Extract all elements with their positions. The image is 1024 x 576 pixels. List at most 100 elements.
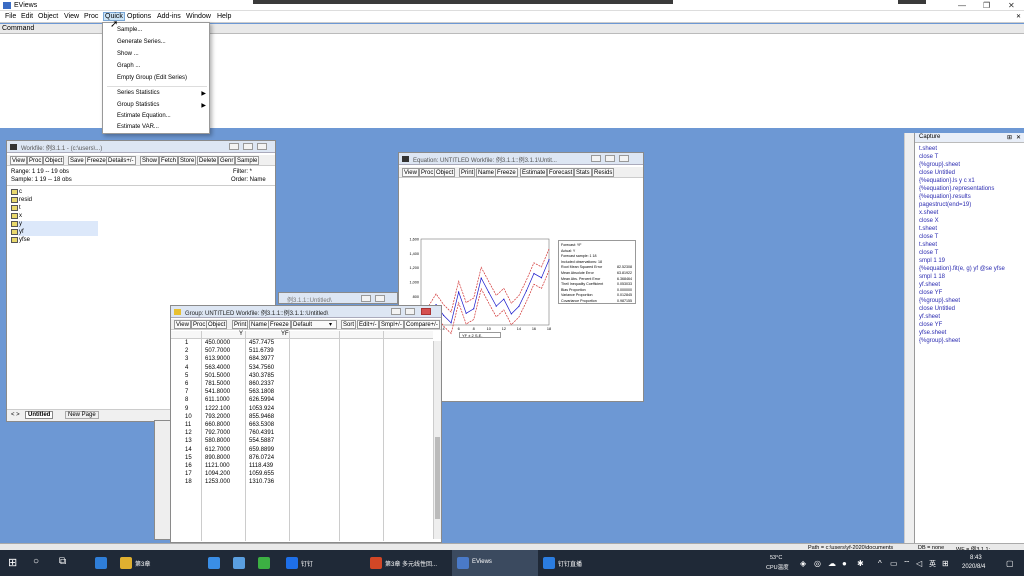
wf-item-t[interactable]: t xyxy=(19,205,21,211)
close-icon[interactable] xyxy=(421,308,431,315)
table-row[interactable]: 10 793.2000 855.9468 xyxy=(171,414,433,422)
menu-help[interactable]: Help xyxy=(217,13,231,20)
table-row[interactable]: 12 792.7000 760.4391 xyxy=(171,430,433,438)
cell-y[interactable]: 792.7000 xyxy=(205,430,230,436)
close-icon[interactable] xyxy=(619,155,629,162)
capture-scrollbar[interactable] xyxy=(904,133,914,543)
chrome-icon[interactable] xyxy=(208,557,220,569)
wf-item-yf[interactable]: yf xyxy=(19,229,24,235)
capture-command-line[interactable]: {%equation}.representations xyxy=(919,186,994,192)
clock-date[interactable]: 2020/8/4 xyxy=(962,564,985,570)
capture-command-line[interactable]: close YF xyxy=(919,322,942,328)
capture-command-line[interactable]: yf.sheet xyxy=(919,282,940,288)
cell-y[interactable]: 612.7000 xyxy=(205,447,230,453)
capture-command-line[interactable]: yfse.sheet xyxy=(919,330,946,336)
taskbar-item-folder[interactable]: 第3章 xyxy=(135,559,150,568)
cell-y[interactable]: 890.8000 xyxy=(205,455,230,461)
cell-yf[interactable]: 860.2337 xyxy=(249,381,274,387)
cell-y[interactable]: 1253.000 xyxy=(205,479,230,485)
tab-new-page[interactable]: New Page xyxy=(65,411,99,419)
tab-untitled[interactable]: Untitled xyxy=(25,411,54,419)
quick-show[interactable]: Show ... xyxy=(117,51,139,57)
capture-command-line[interactable]: close YF xyxy=(919,290,942,296)
wifi-icon[interactable]: ⌔ xyxy=(903,559,911,569)
group-titlebar[interactable]: Group: UNTITLED Workfile: 例3.1.1::例3.1.1… xyxy=(171,306,441,318)
table-row[interactable]: 9 1222.100 1053.924 xyxy=(171,406,433,414)
cell-yf[interactable]: 659.8899 xyxy=(249,447,274,453)
wf-delete-button[interactable]: Delete xyxy=(197,156,219,165)
capture-command-line[interactable]: t.sheet xyxy=(919,226,937,232)
powerpoint-icon[interactable] xyxy=(370,557,382,569)
show-hidden-icon[interactable]: ^ xyxy=(878,559,882,568)
capture-command-line[interactable]: close Untitled xyxy=(919,170,955,176)
wf-freeze-button[interactable]: Freeze xyxy=(85,156,108,165)
wf-item-yfse[interactable]: yfse xyxy=(19,237,30,243)
cell-yf[interactable]: 1053.924 xyxy=(249,406,274,412)
grp-print-button[interactable]: Print xyxy=(232,320,249,329)
wf-item-x[interactable]: x xyxy=(19,213,22,219)
minimize-icon[interactable]: — xyxy=(958,1,966,10)
cell-y[interactable]: 1222.100 xyxy=(205,406,230,412)
wf-view-button[interactable]: View xyxy=(10,156,27,165)
capture-command-line[interactable]: yf.sheet xyxy=(919,314,940,320)
capture-command-line[interactable]: x.sheet xyxy=(919,210,938,216)
quick-empty-group[interactable]: Empty Group (Edit Series) xyxy=(117,75,187,81)
close-icon[interactable] xyxy=(257,143,267,150)
capture-command-line[interactable]: {%equation}.fit(e, g) yf @se yfse xyxy=(919,266,1005,272)
taskbar-item-ppt[interactable]: 第3章 多元线性回... xyxy=(385,559,437,568)
cell-yf[interactable]: 534.7560 xyxy=(249,365,274,371)
table-row[interactable]: 7 541.8000 563.1808 xyxy=(171,389,433,397)
table-row[interactable]: 1 450.0000 457.7475 xyxy=(171,340,433,348)
quick-generate-series[interactable]: Generate Series... xyxy=(117,39,166,45)
eq-forecast-button[interactable]: Forecast xyxy=(547,168,575,177)
network-icon[interactable]: ◎ xyxy=(814,559,821,568)
group-window[interactable]: Group: UNTITLED Workfile: 例3.1.1::例3.1.1… xyxy=(170,305,442,543)
background-window[interactable]: 例3.1.1::Untitled\ xyxy=(278,292,398,304)
wf-item-y[interactable]: y xyxy=(19,221,22,227)
cell-yf[interactable]: 511.6739 xyxy=(249,348,274,354)
clock-time[interactable]: 8:43 xyxy=(970,555,982,561)
wechat-icon[interactable] xyxy=(258,557,270,569)
vertical-scrollbar[interactable] xyxy=(433,341,441,539)
quick-estimate-equation[interactable]: Estimate Equation... xyxy=(117,113,171,119)
minimize-icon[interactable] xyxy=(391,308,401,315)
quick-estimate-var[interactable]: Estimate VAR... xyxy=(117,124,159,130)
menu-options[interactable]: Options xyxy=(127,13,151,20)
cell-y[interactable]: 580.8000 xyxy=(205,438,230,444)
wf-fetch-button[interactable]: Fetch xyxy=(159,156,179,165)
grp-object-button[interactable]: Object xyxy=(206,320,228,329)
capture-command-line[interactable]: close X xyxy=(919,218,939,224)
capture-command-line[interactable]: {%group}.sheet xyxy=(919,162,960,168)
table-row[interactable]: 13 580.8000 554.5887 xyxy=(171,438,433,446)
wf-object-button[interactable]: Object xyxy=(43,156,65,165)
capture-command-line[interactable]: close T xyxy=(919,154,938,160)
task-view-icon[interactable]: ⧉ xyxy=(59,556,66,567)
eq-resids-button[interactable]: Resids xyxy=(592,168,615,177)
minimize-icon[interactable] xyxy=(361,295,371,302)
quick-group-statistics[interactable]: Group Statistics xyxy=(117,102,159,108)
table-row[interactable]: 5 501.5000 430.3785 xyxy=(171,373,433,381)
eviews-icon[interactable] xyxy=(457,557,469,569)
minimize-icon[interactable] xyxy=(591,155,601,162)
live-icon[interactable] xyxy=(543,557,555,569)
minimize-icon[interactable] xyxy=(229,143,239,150)
wf-save-button[interactable]: Save xyxy=(68,156,86,165)
capture-command-line[interactable]: smpl 1 18 xyxy=(919,274,945,280)
eq-stats-button[interactable]: Stats xyxy=(574,168,592,177)
grp-smpl-button[interactable]: Smpl+/- xyxy=(379,320,404,329)
capture-command-line[interactable]: smpl 1 19 xyxy=(919,258,945,264)
eq-name-button[interactable]: Name xyxy=(476,168,497,177)
maximize-icon[interactable] xyxy=(243,143,253,150)
maximize-icon[interactable] xyxy=(375,295,385,302)
taskbar-item-eviews[interactable]: EViews xyxy=(472,559,492,565)
wf-details-button[interactable]: Details+/- xyxy=(106,156,136,165)
app-icon[interactable] xyxy=(233,557,245,569)
cell-yf[interactable]: 430.3785 xyxy=(249,373,274,379)
cell-y[interactable]: 793.2000 xyxy=(205,414,230,420)
cell-yf[interactable]: 684.3977 xyxy=(249,356,274,362)
menu-window[interactable]: Window xyxy=(186,13,211,20)
dingtalk-icon[interactable] xyxy=(286,557,298,569)
wf-store-button[interactable]: Store xyxy=(178,156,197,165)
group-spreadsheet[interactable]: Y YF 1 450.0000 457.7475 2 507.7000 511.6739 3… xyxy=(171,331,433,541)
bluetooth-icon[interactable]: ✱ xyxy=(857,559,864,568)
